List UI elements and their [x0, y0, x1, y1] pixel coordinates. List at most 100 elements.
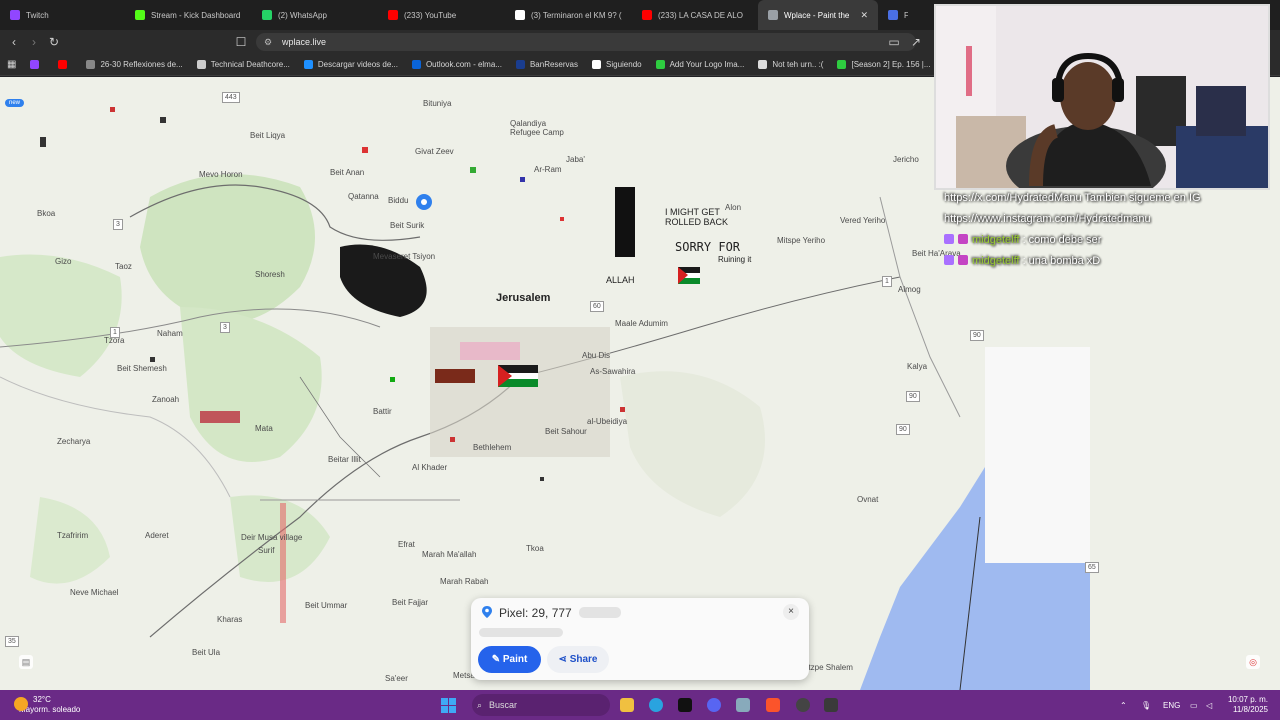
place-label: Qatanna	[348, 192, 379, 201]
bookmark-label: Siguiendo	[606, 60, 642, 69]
bookmark-favicon-icon	[758, 60, 768, 69]
bookmark-favicon-icon	[86, 60, 96, 69]
place-label: Taoz	[115, 262, 132, 271]
address-bar[interactable]: ⚙ wplace.live	[256, 33, 916, 51]
place-label: Marah Ma'allah	[422, 550, 477, 559]
bookmark-item[interactable]: Outlook.com - elma...	[405, 60, 509, 69]
place-label: Beit Shemesh	[117, 364, 167, 373]
telegram-icon[interactable]	[649, 698, 663, 712]
place-label: Beit Fajjar	[392, 598, 429, 607]
browser-tab[interactable]: (3) Terminaron el KM 9? (	[505, 0, 632, 30]
loading-placeholder	[579, 607, 621, 618]
tab-title: Wplace - Paint the	[784, 10, 850, 20]
place-label: Zecharya	[57, 437, 91, 446]
place-label: Sa'eer	[385, 674, 408, 683]
browser-tab[interactable]: (2) WhatsApp	[252, 0, 378, 30]
bookmark-favicon-icon	[303, 60, 313, 69]
tab-favicon-icon	[135, 10, 145, 20]
language-indicator[interactable]: ENG	[1163, 701, 1180, 710]
browser-tab[interactable]: Wplace - Paint the ✕	[758, 0, 878, 30]
bookmark-item[interactable]	[23, 60, 51, 69]
network-icon[interactable]: ▭	[1190, 701, 1198, 710]
place-label: Neve Michael	[70, 588, 119, 597]
bookmark-icon[interactable]: ☐	[233, 34, 249, 50]
tab-favicon-icon	[10, 10, 20, 20]
windows-start-icon[interactable]	[441, 698, 456, 713]
bookmark-label: Not teh urn.. :(	[772, 60, 824, 69]
weather-widget[interactable]: 32°C Mayorm. soleado	[14, 695, 80, 715]
url-text: wplace.live	[282, 37, 327, 47]
place-label: Zanoah	[152, 395, 180, 404]
app-icon[interactable]	[824, 698, 838, 712]
place-label: Deir Musa village	[241, 533, 303, 542]
locate-icon[interactable]: ◎	[1246, 655, 1260, 669]
pixel-info-popup: Pixel: 29, 777 × ✎ Paint ⋖ Share	[471, 598, 809, 680]
taskbar-search[interactable]: ⌕ Buscar	[472, 694, 610, 716]
bookmark-item[interactable]: 26-30 Reflexiones de...	[79, 60, 189, 69]
bookmark-item[interactable]: Descargar videos de...	[297, 60, 405, 69]
place-label: Kalya	[907, 362, 928, 371]
browser-tab[interactable]: (233) YouTube	[378, 0, 505, 30]
close-tab-icon[interactable]: ✕	[860, 10, 868, 21]
share-page-icon[interactable]: ↗	[908, 34, 924, 50]
place-label: As-Sawahira	[590, 367, 636, 376]
place-label: Beit Anan	[330, 168, 365, 177]
bookmark-item[interactable]: Siguiendo	[585, 60, 649, 69]
layers-icon[interactable]: ▤	[19, 655, 33, 669]
paint-button[interactable]: ✎ Paint	[478, 646, 541, 673]
browser-tab[interactable]: Stream - Kick Dashboard	[125, 0, 252, 30]
bookmark-item[interactable]: Technical Deathcore...	[190, 60, 297, 69]
close-button[interactable]: ×	[783, 604, 799, 620]
chat-message: midgetelff : una bomba xD	[944, 251, 1274, 272]
browser-tab[interactable]: Fall 2	[878, 0, 908, 30]
bookmark-item[interactable]	[51, 60, 79, 69]
file-explorer-icon[interactable]	[620, 698, 634, 712]
place-label: Ovnat	[857, 495, 879, 504]
pixel-art-text: SORRY FOR	[675, 240, 741, 254]
place-label: Surif	[258, 546, 275, 555]
tab-favicon-icon	[888, 10, 898, 20]
chat-username: midgetelff	[972, 234, 1020, 246]
clock-date: 11/8/2025	[1233, 705, 1268, 714]
badge-icon	[958, 255, 968, 265]
system-clock[interactable]: 10:07 p. m. 11/8/2025	[1228, 695, 1268, 715]
bookmark-favicon-icon	[655, 60, 665, 69]
reload-icon[interactable]: ↻	[46, 34, 62, 50]
volume-icon[interactable]: ◁	[1206, 701, 1212, 710]
search-icon: ⌕	[477, 700, 483, 710]
tray-chevron-icon[interactable]: ⌃	[1120, 701, 1127, 710]
obs-icon[interactable]	[796, 698, 810, 712]
clock-time: 10:07 p. m.	[1227, 695, 1268, 704]
chat-message: https://www.instagram.com/Hydratedmanu	[944, 209, 1274, 230]
pencil-icon: ✎	[491, 654, 503, 665]
microphone-icon[interactable]: 🎙	[1141, 701, 1151, 710]
map-pin-icon	[482, 606, 492, 618]
bookmark-item[interactable]: Not teh urn.. :(	[751, 60, 830, 69]
tab-title: (233) YouTube	[404, 10, 457, 20]
bookmark-item[interactable]: Add Your Logo Ima...	[649, 60, 752, 69]
bookmark-item[interactable]: [Season 2] Ep. 156 |...	[830, 60, 937, 69]
apps-grid-icon[interactable]: ▦	[0, 59, 23, 70]
discord-icon[interactable]	[707, 698, 721, 712]
forward-icon[interactable]: ›	[26, 34, 42, 50]
bookmark-item[interactable]: BanReservas	[509, 60, 585, 69]
bookmark-favicon-icon	[411, 60, 421, 69]
share-button[interactable]: ⋖ Share	[547, 646, 609, 673]
gallery-icon[interactable]	[736, 698, 750, 712]
browser-tab[interactable]: (233) LA CASA DE ALO	[632, 0, 758, 30]
weather-description: Mayorm. soleado	[19, 705, 81, 714]
site-info-icon[interactable]: ⚙	[264, 33, 272, 51]
tiktok-icon[interactable]	[678, 698, 692, 712]
place-label: Maale Adumim	[615, 319, 668, 328]
screen-cast-icon[interactable]: ▭	[886, 34, 902, 50]
back-icon[interactable]: ‹	[6, 34, 22, 50]
share-icon: ⋖	[558, 654, 570, 665]
bookmark-label: BanReservas	[529, 60, 578, 69]
tab-title: Twitch	[26, 10, 49, 20]
road-number: 35	[5, 636, 19, 647]
place-label: Bkoa	[37, 209, 56, 218]
webcam-overlay	[934, 4, 1270, 190]
browser-tab[interactable]: Twitch	[0, 0, 125, 30]
brave-browser-icon[interactable]	[766, 698, 780, 712]
bookmark-label: Technical Deathcore...	[210, 60, 290, 69]
